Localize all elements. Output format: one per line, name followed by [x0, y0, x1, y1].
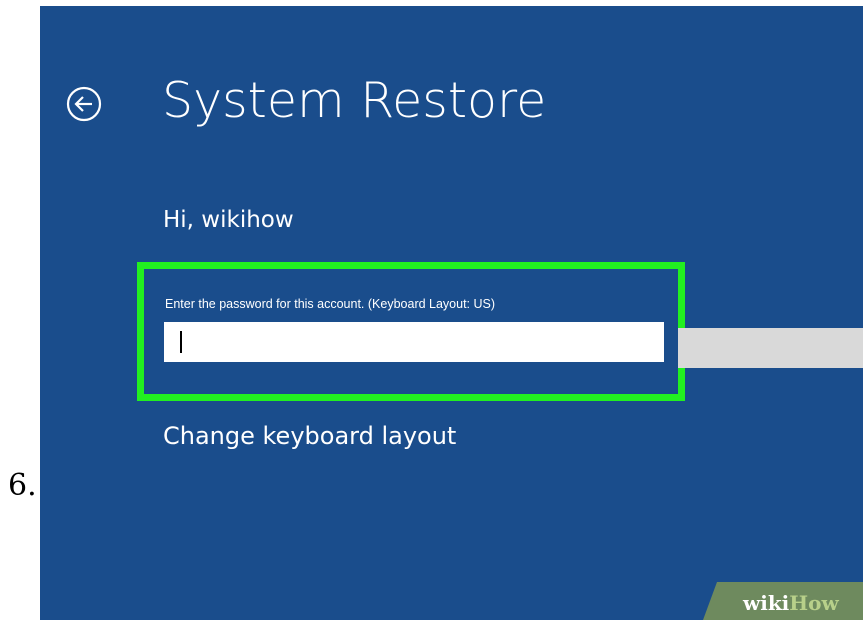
step-number: 6. [8, 468, 37, 503]
watermark-how-text: How [789, 591, 839, 615]
wikihow-watermark: wikiHow [703, 582, 863, 620]
svg-text:wikiHow: wikiHow [742, 591, 840, 615]
system-restore-screen: System Restore Hi, wikihow Enter the pas… [40, 6, 863, 620]
account-greeting: Hi, wikihow [163, 207, 294, 233]
page-title: System Restore [162, 72, 547, 129]
watermark-wiki-text: wiki [742, 591, 790, 615]
change-keyboard-layout-link[interactable]: Change keyboard layout [163, 422, 456, 450]
back-button[interactable] [66, 86, 102, 122]
wikihow-step-image: 6. System Restore Hi, wikihow Enter the … [0, 0, 863, 620]
password-label: Enter the password for this account. (Ke… [165, 297, 496, 311]
password-input[interactable] [164, 322, 664, 362]
password-submit-button[interactable] [678, 328, 863, 368]
back-arrow-circle-icon [66, 86, 102, 122]
text-caret [180, 331, 182, 353]
